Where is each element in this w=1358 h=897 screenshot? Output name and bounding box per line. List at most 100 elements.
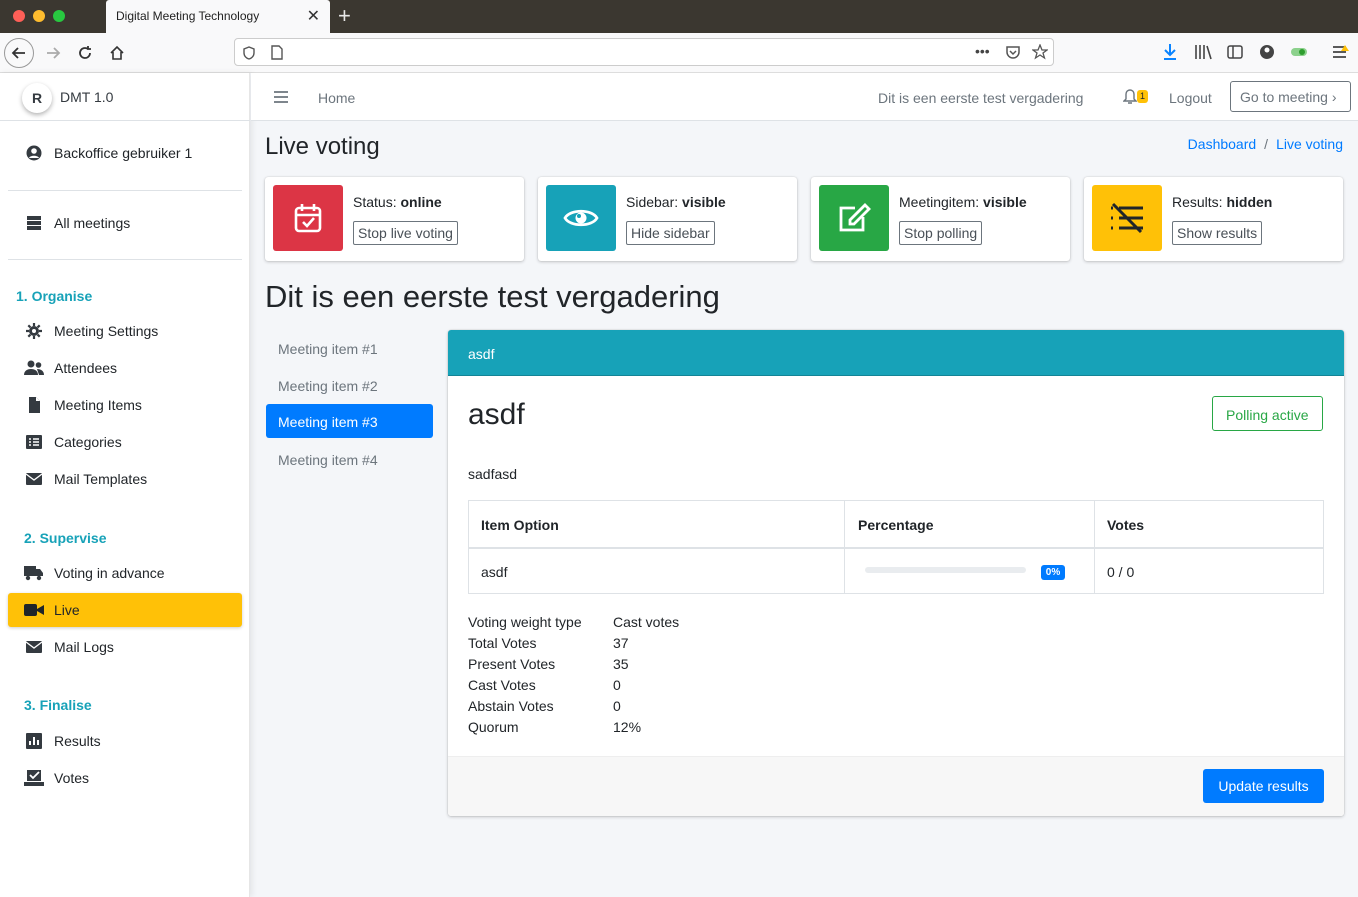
sidebar-item-votes[interactable]: Votes [8,761,242,795]
more-icon[interactable]: ••• [975,43,990,59]
status-text: Status: online [353,194,442,210]
new-tab-button[interactable]: + [338,3,351,29]
stat-value: Cast votes [613,614,680,630]
sidebar-item-meeting-settings[interactable]: Meeting Settings [8,314,242,348]
sidebar-item-all-meetings[interactable]: All meetings [8,206,242,240]
list-alt-icon [26,435,42,449]
logo: R [22,83,52,113]
status-box-sidebar: Sidebar: visible Hide sidebar [538,177,797,261]
status-box-live: Status: online Stop live voting [265,177,524,261]
status-value: hidden [1226,194,1273,210]
status-text: Results: hidden [1172,194,1272,210]
tab-title: Digital Meeting Technology [116,9,260,23]
extension-icon[interactable] [1290,45,1308,59]
bell-icon[interactable] [1123,89,1137,105]
url-bar[interactable]: ••• [234,38,1054,66]
envelope-icon [25,473,43,485]
status-icon-box [819,185,889,251]
arrow-right-icon [47,47,61,59]
hamburger-icon[interactable] [274,91,288,103]
list-off-icon [1111,202,1143,234]
nav-meeting-link[interactable]: Dit is een eerste test vergadering [878,90,1083,106]
tab-close-icon[interactable]: ✕ [307,6,320,26]
sidebar-item-live[interactable]: Live [8,593,242,627]
meeting-item-tab-active[interactable]: Meeting item #3 [266,404,433,438]
eye-icon [563,209,599,227]
divider [8,190,242,191]
sidebar-item-attendees[interactable]: Attendees [8,351,242,385]
sidebar-item-user[interactable]: Backoffice gebruiker 1 [8,136,242,170]
nav-home-link[interactable]: Home [318,90,355,106]
notification-badge: 1 [1137,90,1148,103]
status-text: Meetingitem: visible [899,194,1027,210]
browser-tab-bar: Digital Meeting Technology ✕ + [0,0,1358,33]
logout-link[interactable]: Logout [1169,90,1212,106]
show-results-button[interactable]: Show results [1172,221,1263,245]
gear-icon [26,323,42,339]
status-text: Sidebar: visible [626,194,726,210]
menu-icon[interactable] [1332,44,1350,60]
forward-button[interactable] [38,38,68,68]
table-header: Votes [1107,517,1145,533]
top-navbar: Home Dit is een eerste test vergadering … [251,73,1358,121]
card-header: asdf [448,330,1344,376]
breadcrumb-current[interactable]: Live voting [1276,136,1343,152]
brand[interactable]: R DMT 1.0 [0,73,250,121]
meeting-item-tab[interactable]: Meeting item #2 [266,368,433,402]
divider [8,259,242,260]
stop-polling-button[interactable]: Stop polling [899,221,983,245]
back-button[interactable] [4,38,34,68]
video-camera-icon [24,604,44,616]
section-header-finalise: 3. Finalise [24,697,92,713]
sidebar-item-label: Categories [54,434,122,450]
sidebar-toggle-icon[interactable] [1227,44,1243,60]
table-divider [469,547,1323,549]
breadcrumb-dashboard-link[interactable]: Dashboard [1188,136,1257,152]
sidebar-item-label: All meetings [54,215,131,231]
download-icon[interactable] [1162,43,1178,61]
sidebar-item-voting-in-advance[interactable]: Voting in advance [8,556,242,590]
section-header-supervise: 2. Supervise [24,530,107,546]
library-icon[interactable] [1194,44,1212,60]
stat-label: Voting weight type [468,614,582,630]
results-table: Item Option Percentage Votes asdf 0% 0 /… [468,500,1324,594]
table-header: Percentage [858,517,934,533]
shield-icon [243,46,255,60]
polling-status-badge[interactable]: Polling active [1212,396,1323,431]
stat-value: 12% [613,719,642,735]
breadcrumb-separator: / [1264,136,1269,152]
status-box-meetingitem: Meetingitem: visible Stop polling [811,177,1070,261]
page-title: Live voting [265,133,380,160]
stat-value: 37 [613,635,629,651]
update-results-button[interactable]: Update results [1203,769,1324,803]
progress-bar [865,567,1026,573]
browser-nav-bar: ••• [0,33,1358,73]
minimize-window-button[interactable] [33,10,45,22]
voting-card: asdf asdf Polling active sadfasd Item Op… [448,330,1344,816]
account-icon[interactable] [1259,44,1275,60]
close-window-button[interactable] [13,10,25,22]
go-to-meeting-button[interactable]: Go to meeting › [1230,81,1351,112]
stop-live-voting-button[interactable]: Stop live voting [353,221,458,245]
pocket-icon[interactable] [1005,45,1021,60]
browser-tab[interactable]: Digital Meeting Technology ✕ [106,0,330,33]
users-icon [24,360,44,375]
sidebar-item-meeting-items[interactable]: Meeting Items [8,388,242,422]
status-box-results: Results: hidden Show results [1084,177,1343,261]
sidebar-item-results[interactable]: Results [8,724,242,758]
maximize-window-button[interactable] [53,10,65,22]
meeting-item-tab[interactable]: Meeting item #4 [266,442,433,476]
star-icon[interactable] [1032,44,1048,60]
hide-sidebar-button[interactable]: Hide sidebar [626,221,715,245]
sidebar-item-mail-templates[interactable]: Mail Templates [8,462,242,496]
table-header: Item Option [481,517,559,533]
home-button[interactable] [102,38,132,68]
reload-button[interactable] [70,38,100,68]
question-description: sadfasd [468,466,518,482]
sidebar-item-label: Meeting Settings [54,323,159,339]
vote-box-icon [24,770,44,786]
arrow-left-icon [11,47,25,59]
meeting-item-tab[interactable]: Meeting item #1 [266,331,433,365]
sidebar-item-mail-logs[interactable]: Mail Logs [8,630,242,664]
sidebar-item-categories[interactable]: Categories [8,425,242,459]
